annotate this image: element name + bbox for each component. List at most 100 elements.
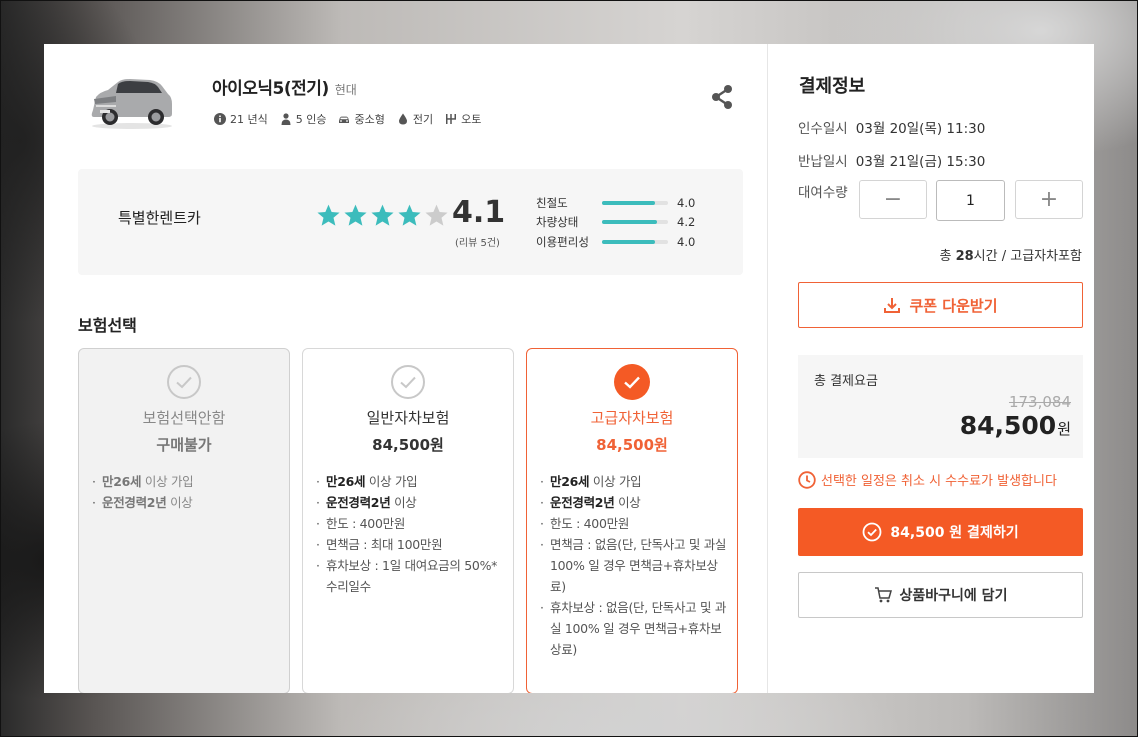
star-filled-icon — [317, 204, 340, 226]
final-price-currency: 원 — [1057, 420, 1071, 438]
info-icon — [214, 113, 226, 125]
spec-size-text: 중소형 — [354, 113, 385, 126]
insurance-price: 구매불가 — [156, 436, 212, 454]
pay-button-label: 84,500 원 결제하기 — [890, 525, 1019, 541]
pickup-row: 인수일시 03월 20일(목) 11:30 — [798, 117, 985, 137]
coupon-download-button[interactable]: 쿠폰 다운받기 — [798, 282, 1083, 328]
spec-year: 21 년식 — [214, 111, 268, 127]
pay-button[interactable]: 84,500 원 결제하기 — [798, 508, 1083, 556]
insurance-option-none[interactable]: 보험선택안함 구매불가 만26세 이상 가입 운전경력2년 이상 — [78, 348, 290, 693]
car-specs: 21 년식 5 인승 중소형 전기 오토 — [214, 111, 493, 127]
payment-title: 결제정보 — [799, 76, 866, 97]
clock-icon — [798, 470, 816, 489]
original-price: 173,084 — [1008, 393, 1071, 411]
insurance-price: 84,500원 — [596, 436, 668, 454]
spec-fuel: 전기 — [397, 111, 433, 127]
term-item: 휴차보상 : 없음(단, 단독사고 및 과실 100% 일 경우 면책금+휴차보… — [539, 597, 727, 660]
star-rating — [316, 203, 449, 228]
term-item: 한도 : 400만원 — [315, 513, 503, 534]
rental-company-name: 특별한렌트카 — [118, 209, 201, 227]
quantity-input[interactable] — [936, 180, 1005, 221]
final-price-amount: 84,500 — [959, 411, 1057, 440]
rating-bar-fill — [602, 220, 658, 225]
car-thumbnail — [91, 79, 172, 129]
person-icon — [281, 113, 291, 125]
star-filled-icon — [398, 204, 421, 226]
quantity-increase-button[interactable]: + — [1015, 180, 1083, 219]
pickup-label: 인수일시 — [798, 121, 848, 137]
download-icon — [884, 298, 901, 313]
rating-bar — [602, 220, 668, 225]
insurance-name: 고급자차보험 — [590, 409, 674, 427]
spec-transmission-text: 오토 — [461, 113, 482, 126]
term-item: 만26세 이상 가입 — [91, 471, 279, 492]
rating-value: 4.2 — [677, 215, 696, 230]
total-payment-label: 총 결제요금 — [814, 374, 878, 389]
cart-button-label: 상품바구니에 담기 — [899, 588, 1008, 604]
term-item: 만26세 이상 가입 — [539, 471, 727, 492]
car-title: 아이오닉5(전기) 현대 — [212, 74, 357, 99]
rating-value: 4.0 — [677, 234, 696, 249]
coupon-button-label: 쿠폰 다운받기 — [909, 296, 998, 315]
rating-row-convenience: 이용편리성 4.0 — [536, 232, 695, 252]
rating-score: 4.1 — [452, 195, 506, 230]
insurance-option-premium[interactable]: 고급자차보험 84,500원 만26세 이상 가입 운전경력2년 이상 한도 :… — [526, 348, 738, 693]
rating-bar — [602, 239, 668, 244]
gearshift-icon — [446, 114, 457, 124]
check-circle-icon — [863, 522, 882, 542]
insurance-name: 일반자차보험 — [366, 409, 450, 427]
star-empty-icon — [425, 204, 448, 226]
return-value: 03월 21일(금) 15:30 — [855, 154, 986, 170]
car-icon — [339, 116, 350, 123]
add-to-cart-button[interactable]: 상품바구니에 담기 — [798, 572, 1083, 618]
insurance-price: 84,500원 — [372, 436, 444, 454]
rating-bar-fill — [602, 239, 655, 244]
review-count: (리뷰 5건) — [455, 238, 500, 249]
insurance-name: 보험선택안함 — [142, 409, 226, 427]
car-brand: 현대 — [334, 83, 357, 97]
fuel-drop-icon — [398, 113, 407, 125]
insurance-terms: 만26세 이상 가입 운전경력2년 이상 — [91, 471, 279, 513]
term-item: 운전경력2년 이상 — [539, 492, 727, 513]
term-item: 운전경력2년 이상 — [91, 492, 279, 513]
warning-text: 선택한 일정은 취소 시 수수료가 발생합니다 — [821, 474, 1057, 489]
rating-label: 이용편리성 — [536, 234, 589, 249]
rating-row-kindness: 친절도 4.0 — [536, 193, 695, 213]
total-payment-box: 총 결제요금 173,084 84,500 원 — [798, 355, 1083, 458]
quantity-decrease-button[interactable]: − — [859, 180, 927, 219]
spec-size: 중소형 — [338, 111, 385, 127]
term-item: 면책금 : 없음(단, 단독사고 및 과실 100% 일 경우 면책금+휴차보상… — [539, 534, 727, 597]
return-row: 반납일시 03월 21일(금) 15:30 — [798, 150, 985, 170]
term-item: 휴차보상 : 1일 대여요금의 50%*수리일수 — [315, 555, 503, 597]
share-icon[interactable] — [708, 83, 736, 111]
vehicle-section: 아이오닉5(전기) 현대 21 년식 5 인승 중소형 전기 오토 특별한렌트카… — [44, 44, 767, 693]
term-item: 한도 : 400만원 — [539, 513, 727, 534]
rental-detail-panel: 아이오닉5(전기) 현대 21 년식 5 인승 중소형 전기 오토 특별한렌트카… — [44, 44, 1094, 693]
final-price: 84,500 원 — [960, 411, 1071, 440]
rating-bar — [602, 200, 668, 205]
check-circle-icon — [391, 365, 425, 399]
spec-year-text: 21 년식 — [230, 113, 268, 126]
car-name: 아이오닉5(전기) — [212, 79, 329, 99]
quantity-label: 대여수량 — [798, 185, 848, 201]
spec-fuel-text: 전기 — [412, 113, 434, 126]
cart-icon — [874, 587, 892, 603]
return-label: 반납일시 — [798, 154, 848, 170]
term-item: 면책금 : 최대 100만원 — [315, 534, 503, 555]
insurance-terms: 만26세 이상 가입 운전경력2년 이상 한도 : 400만원 면책금 : 없음… — [539, 471, 727, 660]
rating-value: 4.0 — [677, 195, 696, 210]
rating-breakdown: 친절도 4.0 차량상태 4.2 이용편리성 4.0 — [536, 193, 695, 252]
term-item: 만26세 이상 가입 — [315, 471, 503, 492]
star-filled-icon — [371, 204, 394, 226]
spec-transmission: 오토 — [445, 111, 481, 127]
insurance-section-title: 보험선택 — [78, 316, 137, 335]
check-circle-icon — [167, 365, 201, 399]
check-circle-icon — [614, 364, 650, 400]
insurance-option-standard[interactable]: 일반자차보험 84,500원 만26세 이상 가입 운전경력2년 이상 한도 :… — [302, 348, 514, 693]
total-rental-time: 총 28시간 / 고급자차포함 — [939, 249, 1082, 264]
insurance-terms: 만26세 이상 가입 운전경력2년 이상 한도 : 400만원 면책금 : 최대… — [315, 471, 503, 597]
star-filled-icon — [344, 204, 367, 226]
rating-summary: 특별한렌트카 4.1 (리뷰 5건) 친절도 4.0 차량상태 4.2 이용편리… — [78, 169, 743, 275]
cancellation-warning: 선택한 일정은 취소 시 수수료가 발생합니다 — [798, 470, 1057, 489]
spec-seats-text: 5 인승 — [295, 113, 327, 126]
